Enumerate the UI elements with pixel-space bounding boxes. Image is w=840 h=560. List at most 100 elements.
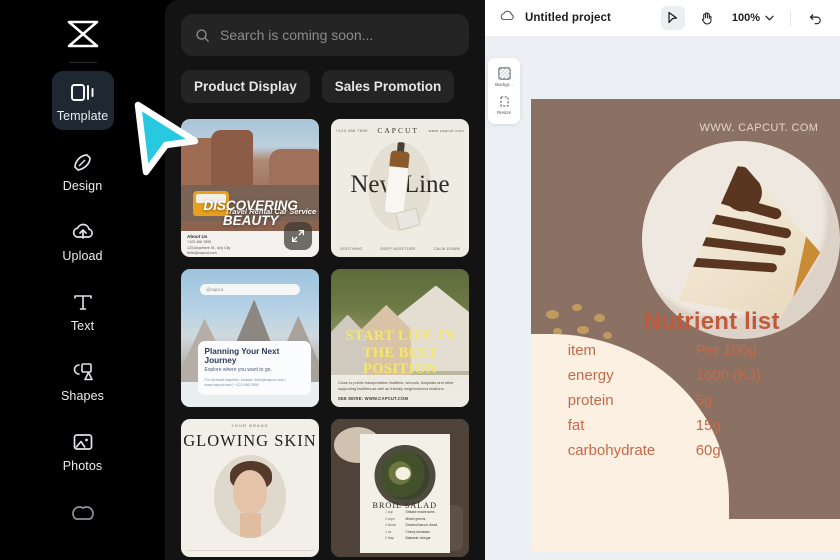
design-canvas[interactable]: WWW. CAPCUT. COM Nutrient list item Per …: [531, 99, 840, 519]
nutrient-value: 15g: [695, 416, 721, 434]
nutrient-row: carbohydrate 60g: [568, 442, 840, 459]
template-card-start-life[interactable]: START LIFE IN THE BEST POSITION Close to…: [331, 269, 469, 407]
recipe-row: 4 slices Smoked bacon, diced: [385, 523, 441, 527]
zoom-value: 100%: [731, 12, 760, 24]
decor-drizzle: [678, 232, 787, 257]
template-card-travel-rental-car[interactable]: Travel Rental Car Service DISCOVERING BE…: [181, 119, 319, 257]
hand-tool-button[interactable]: [695, 6, 719, 30]
template-title: GLOWING SKIN: [183, 431, 317, 451]
nutrient-row: energy 1600 (KJ): [568, 367, 840, 384]
chevron-down-icon: [765, 15, 774, 21]
search-icon: [196, 28, 209, 42]
design-url: WWW. CAPCUT. COM: [699, 122, 819, 135]
template-panel: Search is coming soon... Product Display…: [165, 0, 485, 560]
recipe-item: Balsamic vinegar: [405, 536, 431, 541]
template-card-new-line[interactable]: +123 456 7890 CAPCUT www.capcut.com New …: [331, 119, 469, 257]
decor-divider: [186, 550, 314, 552]
template-footer: SOOTHING DEEP MOISTURE CALM DOWN: [331, 247, 469, 251]
nutrient-key: item: [567, 341, 597, 359]
project-title[interactable]: Untitled project: [525, 12, 611, 24]
chip-sales-promotion[interactable]: Sales Promotion: [321, 70, 455, 103]
sidebar-item-label: Design: [62, 179, 103, 193]
template-subtitle: Explore where you want to go.: [204, 366, 272, 373]
footer-line: hello@capcut.com: [187, 251, 217, 256]
search-input[interactable]: Search is coming soon...: [181, 14, 469, 56]
nutrient-row: fat 15g: [568, 417, 840, 434]
partial-icon: [71, 500, 95, 524]
template-text-sheet: Planning Your Next Journey Explore where…: [197, 340, 311, 395]
recipe-row: 1 cup Shitake mushrooms: [385, 510, 441, 514]
recipe-amount: 1 cup: [385, 510, 394, 515]
recipe-row: 2 tbsp Balsamic vinegar: [385, 536, 441, 540]
template-title: START LIFE IN THE BEST POSITION: [345, 328, 455, 377]
footer-item: CALM DOWN: [433, 247, 461, 252]
recipe-rows: 1 cup Shitake mushrooms 2 cups Mixed green…: [385, 510, 441, 543]
decor-portrait-oval: [214, 454, 286, 538]
editor-body: Backgr... Resize WWW. CAPCUT. COM Nutrie…: [485, 36, 840, 560]
upload-cloud-icon: [70, 220, 96, 244]
sidebar-item-photos[interactable]: Photos: [52, 421, 114, 480]
resize-tool-button[interactable]: Resize: [488, 91, 520, 119]
sidebar-item-shapes[interactable]: Shapes: [52, 351, 114, 410]
nutrient-row: item Per 100g: [568, 342, 840, 359]
template-card-glowing-skin[interactable]: YOUR BRAND GLOWING SKIN: [181, 419, 319, 557]
template-card-planning-journey[interactable]: @capcut Planning Your Next Journey Explo…: [181, 269, 319, 407]
sidebar-item-label: Template: [56, 109, 109, 123]
recipe-item: Shitake mushrooms: [405, 510, 435, 515]
recipe-item: Mixed greens: [405, 516, 426, 521]
recipe-amount: 4 slices: [385, 523, 397, 528]
sidebar-item-upload[interactable]: Upload: [52, 211, 114, 270]
tool-label: Backgr...: [495, 82, 513, 87]
nutrient-key: fat: [567, 416, 585, 434]
tool-label: Resize: [496, 110, 512, 115]
expand-button[interactable]: [284, 222, 312, 250]
template-top-bar: +123 456 7890 CAPCUT www.capcut.com: [331, 126, 469, 135]
template-card-broil-salad[interactable]: BROIL SALAD 1 cup Shitake mushrooms 2 cup…: [331, 419, 469, 557]
nutrient-key: carbohydrate: [567, 441, 656, 459]
design-icon: [71, 150, 95, 174]
template-sheet: BROIL SALAD 1 cup Shitake mushrooms 2 cup…: [359, 434, 450, 553]
recipe-item: Cherry tomatoes: [405, 529, 430, 534]
recipe-row: 2 cups Mixed greens: [385, 517, 441, 521]
sidebar-item-label: Text: [70, 319, 95, 333]
nutrient-key: energy: [567, 366, 614, 384]
brand-label: CAPCUT: [377, 125, 419, 135]
sidebar-item-template[interactable]: Template: [51, 71, 114, 130]
recipe-item: Smoked bacon, diced: [405, 523, 438, 528]
nutrient-value: 5g: [695, 391, 713, 409]
design-bottom-stripe: [531, 519, 840, 551]
url-bar: @capcut: [200, 284, 300, 296]
nutrient-value: 60g: [695, 441, 721, 459]
sidebar-item-label: Upload: [62, 249, 103, 263]
expand-icon: [291, 229, 305, 243]
editor-header: Untitled project 100%: [485, 0, 840, 36]
decor-cake-slice: [678, 160, 821, 319]
nutrient-value: 1600 (KJ): [695, 366, 761, 384]
resize-icon: [499, 96, 509, 107]
nutrient-row: protein 5g: [568, 392, 840, 409]
decor-face: [232, 469, 268, 515]
top-right-text: www.capcut.com: [428, 127, 465, 133]
capcut-logo-icon[interactable]: [60, 14, 106, 54]
template-title: BROIL SALAD: [372, 500, 438, 510]
recipe-row: 1 oz Cherry tomatoes: [385, 530, 441, 534]
design-title: Nutrient list: [643, 307, 780, 335]
sidebar-item-text[interactable]: Text: [52, 281, 114, 340]
canvas-tool-panel: Backgr... Resize: [488, 58, 520, 124]
hand-icon: [702, 12, 712, 25]
decor-crust: [791, 207, 821, 308]
undo-button[interactable]: [804, 6, 828, 30]
category-chips: Product Display Sales Promotion: [181, 70, 469, 103]
zoom-control[interactable]: 100%: [729, 12, 777, 24]
sidebar-item-partial[interactable]: [52, 491, 114, 531]
sidebar-divider: [68, 62, 97, 63]
template-footer: Close to public transportation facilitie…: [331, 374, 469, 407]
template-title: Planning Your Next Journey: [204, 346, 280, 365]
background-checker-icon: [497, 67, 511, 80]
shapes-icon: [71, 360, 95, 384]
chip-product-display[interactable]: Product Display: [181, 70, 310, 103]
left-sidebar: Template Design Upload Text Shapes Photo…: [0, 0, 165, 560]
background-tool-button[interactable]: Backgr...: [488, 63, 520, 91]
select-tool-button[interactable]: [660, 6, 685, 30]
sidebar-item-design[interactable]: Design: [52, 141, 114, 200]
